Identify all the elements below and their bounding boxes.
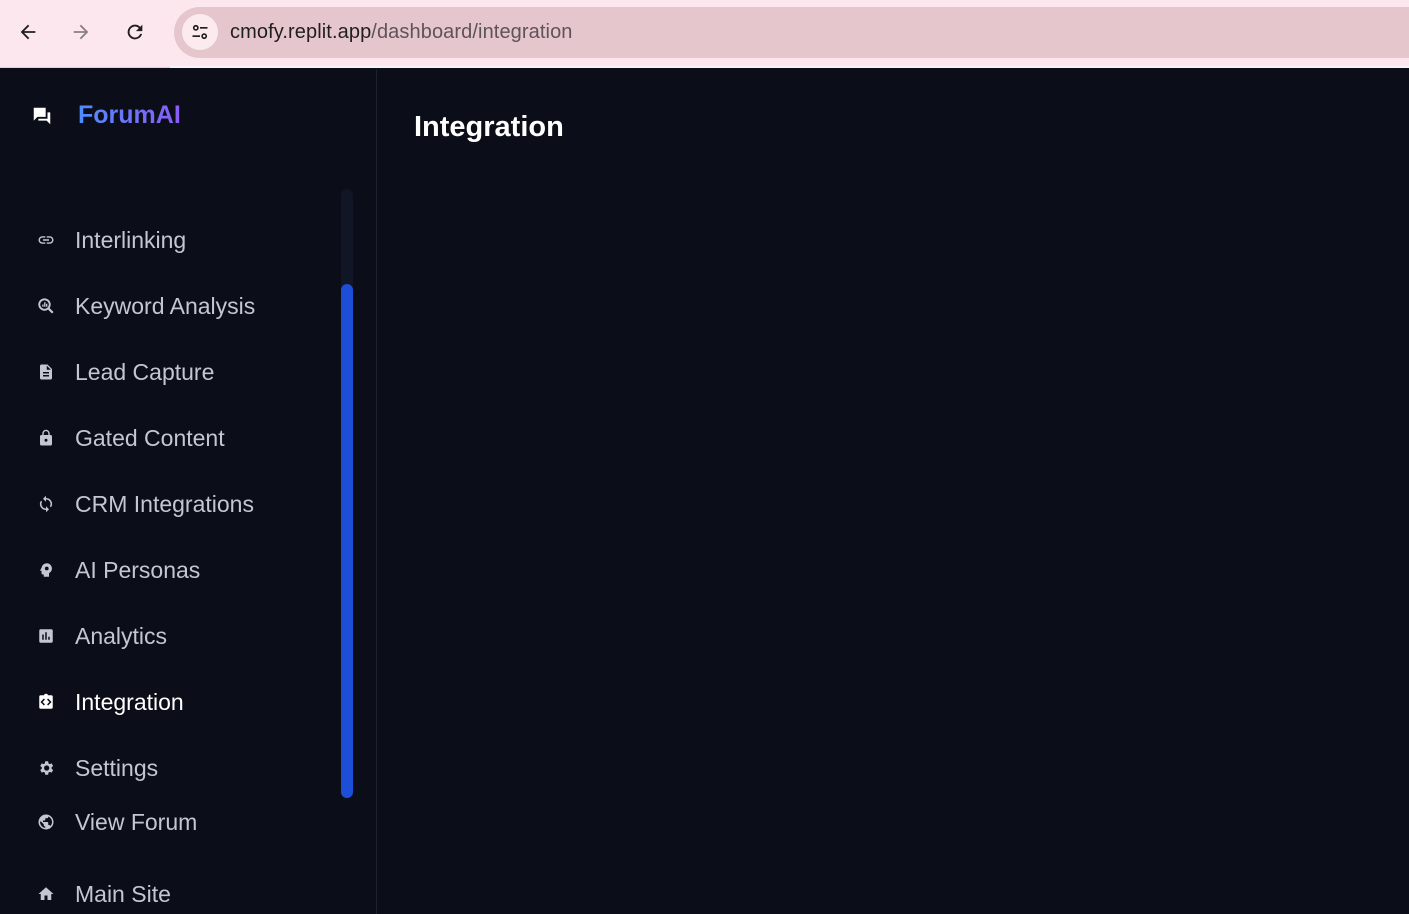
sidebar-item-label: Interlinking [75,226,187,253]
sidebar-item-label: Gated Content [75,424,225,451]
back-button[interactable] [10,14,46,50]
sidebar-item-integration[interactable]: Integration [34,682,184,722]
sidebar-item-label: AI Personas [75,556,201,583]
sidebar-item-label: Main Site [75,880,171,907]
browser-toolbar: cmofy.replit.app/dashboard/integration [0,0,1409,68]
arrow-left-icon [20,24,36,40]
sidebar-item-ai-personas[interactable]: AI Personas [34,550,200,590]
sidebar-item-label: View Forum [75,808,198,835]
url-text: cmofy.replit.app/dashboard/integration [230,21,573,44]
sidebar-scrollbar[interactable] [341,189,353,798]
sidebar-item-label: Integration [75,688,184,715]
sidebar-item-settings[interactable]: Settings [34,748,158,788]
sidebar-item-interlinking[interactable]: Interlinking [34,220,186,260]
main-content: Integration [378,69,1409,914]
url-host: cmofy.replit.app [230,21,372,43]
tune-icon [192,24,208,40]
globe-icon [34,810,58,834]
sidebar-item-lead-capture[interactable]: Lead Capture [34,352,214,392]
url-path: /dashboard/integration [371,21,573,43]
forward-button[interactable] [63,14,99,50]
sidebar-item-gated-content[interactable]: Gated Content [34,418,225,458]
search-analytics-icon [34,294,58,318]
site-info-button[interactable] [182,14,218,50]
sidebar-item-label: Settings [75,754,159,781]
sidebar-item-label: Keyword Analysis [75,292,256,319]
sidebar-item-keyword-analysis[interactable]: Keyword Analysis [34,286,255,326]
chat-bubbles-icon [30,104,54,128]
psychology-icon [34,558,58,582]
page-load-indicator [170,66,1409,68]
sync-icon [34,492,58,516]
page-title: Integration [414,111,564,143]
sidebar-item-label: Analytics [75,622,168,649]
sidebar-item-main-site[interactable]: Main Site [34,874,171,914]
sidebar-item-label: Lead Capture [75,358,215,385]
sidebar: ForumAI Interlinking Keyword Analysis Le… [0,69,377,914]
chart-icon [34,624,58,648]
address-bar[interactable]: cmofy.replit.app/dashboard/integration [174,7,1409,58]
home-icon [34,882,58,906]
arrow-right-icon [73,24,89,40]
sidebar-scrollbar-thumb[interactable] [341,284,353,798]
link-icon [34,228,58,252]
code-icon [34,690,58,714]
sidebar-item-crm-integrations[interactable]: CRM Integrations [34,484,254,524]
reload-button[interactable] [117,14,153,50]
sidebar-item-view-forum[interactable]: View Forum [34,802,197,842]
lock-icon [34,426,58,450]
gear-icon [34,756,58,780]
brand-name: ForumAI [78,101,181,129]
sidebar-item-analytics[interactable]: Analytics [34,616,167,656]
reload-icon [127,24,143,40]
sidebar-item-label: CRM Integrations [75,490,254,517]
brand[interactable]: ForumAI [30,101,181,130]
document-icon [34,360,58,384]
